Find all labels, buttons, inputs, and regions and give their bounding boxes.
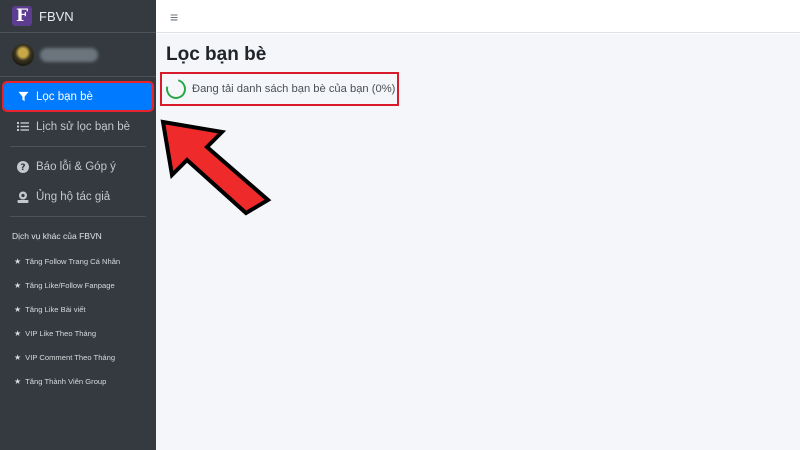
star-icon: ★ <box>14 376 22 386</box>
main-content: Lọc bạn bè Đang tải danh sách bạn bè của… <box>156 34 800 450</box>
service-label: Tăng Thành Viên Group <box>25 376 107 386</box>
top-navbar: ≡ <box>156 0 800 33</box>
sidebar-item-loc-ban-be[interactable]: Lọc bạn bè <box>2 81 154 112</box>
star-icon: ★ <box>14 304 22 314</box>
donate-icon <box>16 191 30 203</box>
sidebar-item-label: Lịch sử lọc bạn bè <box>36 120 131 133</box>
list-icon <box>16 121 30 132</box>
user-name-blurred <box>40 47 98 62</box>
sidebar-item-ung-ho[interactable]: Ủng hộ tác giả <box>4 183 152 210</box>
service-item[interactable]: ★ Tăng Like/Follow Fanpage <box>0 273 156 297</box>
brand-name: FBVN <box>39 8 74 24</box>
page-title: Lọc bạn bè <box>166 44 267 65</box>
service-item[interactable]: ★ VIP Like Theo Tháng <box>0 321 156 345</box>
sidebar-divider <box>10 216 146 217</box>
user-panel[interactable] <box>0 33 156 77</box>
star-icon: ★ <box>14 328 22 338</box>
brand-logo: F <box>12 6 32 26</box>
svg-text:?: ? <box>20 163 25 173</box>
sidebar-item-label: Ủng hộ tác giả <box>36 190 111 203</box>
service-item[interactable]: ★ VIP Comment Theo Tháng <box>0 345 156 369</box>
loading-status: Đang tải danh sách bạn bè của bạn (0%) <box>160 72 399 106</box>
filter-icon <box>16 91 30 102</box>
star-icon: ★ <box>14 280 22 290</box>
sidebar-item-bao-loi[interactable]: ? Báo lỗi & Góp ý <box>4 153 152 180</box>
service-label: VIP Comment Theo Tháng <box>25 352 116 362</box>
sidebar-item-label: Báo lỗi & Góp ý <box>36 160 116 173</box>
service-label: Tăng Like/Follow Fanpage <box>25 280 115 290</box>
service-label: VIP Like Theo Tháng <box>25 328 97 338</box>
sidebar: F FBVN Lọc bạn bè Lịch sử lọc bạn bè ? B… <box>0 0 156 450</box>
question-circle-icon: ? <box>16 160 30 173</box>
brand[interactable]: F FBVN <box>0 0 156 33</box>
sidebar-item-lich-su[interactable]: Lịch sử lọc bạn bè <box>4 113 152 140</box>
sidebar-nav: Lọc bạn bè Lịch sử lọc bạn bè ? Báo lỗi … <box>0 77 156 217</box>
sidebar-divider <box>10 146 146 147</box>
star-icon: ★ <box>14 256 22 266</box>
sidebar-item-label: Lọc bạn bè <box>36 90 93 103</box>
service-item[interactable]: ★ Tăng Like Bài viết <box>0 297 156 321</box>
loading-text: Đang tải danh sách bạn bè của bạn (0%) <box>192 83 396 95</box>
loading-spinner-icon <box>162 75 190 103</box>
service-label: Tăng Like Bài viết <box>25 304 86 314</box>
avatar[interactable] <box>12 43 34 66</box>
service-label: Tăng Follow Trang Cá Nhân <box>25 256 121 266</box>
service-item[interactable]: ★ Tăng Thành Viên Group <box>0 369 156 393</box>
star-icon: ★ <box>14 352 22 362</box>
service-item[interactable]: ★ Tăng Follow Trang Cá Nhân <box>0 249 156 273</box>
hamburger-menu-icon[interactable]: ≡ <box>170 9 178 25</box>
services-header: Dịch vụ khác của FBVN <box>12 231 102 241</box>
red-arrow-annotation <box>160 119 272 216</box>
